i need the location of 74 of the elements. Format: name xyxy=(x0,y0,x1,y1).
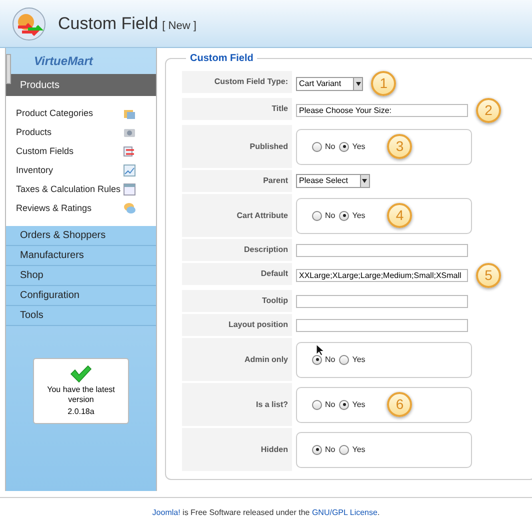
field-label: Parent xyxy=(182,170,292,192)
dropdown[interactable]: Cart Variant xyxy=(296,76,364,90)
radio-label: Yes xyxy=(352,398,366,410)
field-label: Admin only xyxy=(182,338,292,381)
caret-icon xyxy=(362,179,368,183)
version-message: You have the latest version xyxy=(46,385,116,405)
radio-button[interactable] xyxy=(312,444,322,454)
sidebar-menu-item[interactable]: Shop xyxy=(6,266,156,286)
field-label: Is a list? xyxy=(182,383,292,426)
radio-label: No xyxy=(325,140,336,152)
radio-label: Yes xyxy=(352,140,366,152)
sidebar-menu-item[interactable]: Orders & Shoppers xyxy=(6,226,156,246)
field-label: Published xyxy=(182,125,292,168)
fields-icon xyxy=(123,145,136,158)
callout-marker: 6 xyxy=(387,392,412,417)
sidebar-link[interactable]: Reviews & Ratings xyxy=(6,199,156,218)
radio-button[interactable] xyxy=(312,210,322,220)
field-label: Tooltip xyxy=(182,290,292,312)
callout-marker: 2 xyxy=(476,98,501,123)
input-field[interactable]: Please Choose Your Size: xyxy=(296,104,468,117)
chart-icon xyxy=(123,164,136,177)
radio-button[interactable] xyxy=(339,354,350,364)
radio-button[interactable] xyxy=(339,210,350,220)
radio-label: No xyxy=(325,354,336,366)
radio-button[interactable] xyxy=(339,444,350,454)
field-label: Layout position xyxy=(182,314,292,336)
callout-marker: 4 xyxy=(387,203,412,228)
radio-label: Yes xyxy=(352,444,366,456)
callout-marker: 5 xyxy=(476,263,501,288)
field-label: Hidden xyxy=(182,428,292,471)
page-status: [ New ] xyxy=(162,18,196,34)
field-label: Title xyxy=(182,98,292,120)
radio-button[interactable] xyxy=(312,400,322,410)
radio-button[interactable] xyxy=(339,400,350,410)
radio-label: No xyxy=(325,210,336,222)
page-title: Custom Field xyxy=(58,12,158,35)
app-logo-icon xyxy=(12,6,46,40)
sidebar-link[interactable]: Custom Fields xyxy=(6,142,156,161)
sidebar-link[interactable]: Taxes & Calculation Rules xyxy=(6,180,156,199)
caret-icon xyxy=(356,82,361,86)
sidebar-link[interactable]: Product Categories xyxy=(6,104,156,123)
radio-button[interactable] xyxy=(312,142,322,152)
input-field[interactable] xyxy=(296,294,468,308)
input-field[interactable]: XXLarge;XLarge;Large;Medium;Small;XSmall xyxy=(296,269,468,282)
field-label: Default xyxy=(182,263,292,285)
radio-button[interactable] xyxy=(312,354,322,364)
sidebar-menu-item[interactable]: Manufacturers xyxy=(6,246,156,266)
sidebar-menu-item[interactable]: Tools xyxy=(6,306,156,326)
field-label: Cart Attribute xyxy=(182,194,292,237)
field-label: Custom Field Type: xyxy=(182,71,292,93)
sidebar-link[interactable]: Products xyxy=(6,123,156,142)
dropdown[interactable]: Please Select xyxy=(296,174,370,188)
radio-label: Yes xyxy=(352,210,366,222)
checkmark-icon xyxy=(70,365,92,383)
input-field[interactable] xyxy=(296,244,468,256)
callout-marker: 1 xyxy=(371,71,396,96)
radio-label: No xyxy=(325,398,336,410)
camera-icon xyxy=(123,126,136,139)
input-field[interactable] xyxy=(296,318,468,332)
folder-icon xyxy=(123,107,136,120)
radio-label: Yes xyxy=(352,354,366,366)
brand-logo: VirtueMart xyxy=(34,53,93,70)
collapse-handle[interactable] xyxy=(6,54,11,84)
field-label: Description xyxy=(182,239,292,261)
callout-marker: 3 xyxy=(387,134,412,159)
version-number: 2.0.18a xyxy=(68,407,94,417)
radio-button[interactable] xyxy=(339,142,350,152)
footer-text: Joomla! is Free Software released under the GNU/GPL License. xyxy=(152,506,380,518)
sidebar-section-header: Products xyxy=(6,74,156,96)
sidebar-menu-item[interactable]: Configuration xyxy=(6,286,156,306)
calendar-icon xyxy=(123,183,136,196)
sidebar-link[interactable]: Inventory xyxy=(6,161,156,180)
radio-label: No xyxy=(325,444,336,456)
speech-bubble-icon xyxy=(123,202,136,215)
